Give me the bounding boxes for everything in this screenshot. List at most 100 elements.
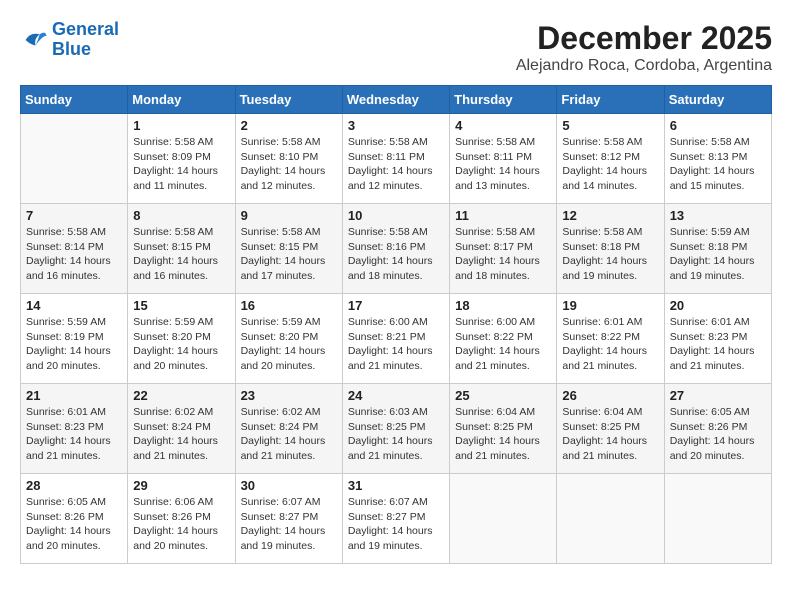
logo-bird-icon (20, 26, 48, 54)
day-number: 3 (348, 118, 444, 133)
day-info: Sunrise: 5:58 AM Sunset: 8:18 PM Dayligh… (562, 225, 658, 284)
week-row-1: 1Sunrise: 5:58 AM Sunset: 8:09 PM Daylig… (21, 114, 772, 204)
day-number: 24 (348, 388, 444, 403)
day-number: 2 (241, 118, 337, 133)
header-cell-monday: Monday (128, 86, 235, 114)
header-cell-wednesday: Wednesday (342, 86, 449, 114)
day-info: Sunrise: 5:58 AM Sunset: 8:10 PM Dayligh… (241, 135, 337, 194)
header-cell-thursday: Thursday (450, 86, 557, 114)
day-number: 25 (455, 388, 551, 403)
day-cell: 9 Sunrise: 5:58 AM Sunset: 8:15 PM Daylig… (235, 204, 342, 294)
day-info: Sunrise: 6:02 AM Sunset: 8:24 PM Dayligh… (133, 405, 229, 464)
day-cell: 20 Sunrise: 6:01 AM Sunset: 8:23 PM Dayli… (664, 294, 771, 384)
day-cell: 22Sunrise: 6:02 AM Sunset: 8:24 PM Dayli… (128, 384, 235, 474)
day-cell: 24 Sunrise: 6:03 AM Sunset: 8:25 PM Dayli… (342, 384, 449, 474)
title-block: December 2025 Alejandro Roca, Cordoba, A… (516, 20, 772, 75)
day-number: 17 (348, 298, 444, 313)
day-info: Sunrise: 5:58 AM Sunset: 8:11 PM Dayligh… (348, 135, 444, 194)
day-cell: 10 Sunrise: 5:58 AM Sunset: 8:16 PM Dayli… (342, 204, 449, 294)
day-cell: 26 Sunrise: 6:04 AM Sunset: 8:25 PM Dayli… (557, 384, 664, 474)
day-info: Sunrise: 5:58 AM Sunset: 8:16 PM Dayligh… (348, 225, 444, 284)
day-number: 12 (562, 208, 658, 223)
day-cell: 1Sunrise: 5:58 AM Sunset: 8:09 PM Daylig… (128, 114, 235, 204)
day-number: 20 (670, 298, 766, 313)
day-info: Sunrise: 5:58 AM Sunset: 8:15 PM Dayligh… (241, 225, 337, 284)
day-number: 19 (562, 298, 658, 313)
day-info: Sunrise: 6:04 AM Sunset: 8:25 PM Dayligh… (562, 405, 658, 464)
day-cell: 21 Sunrise: 6:01 AM Sunset: 8:23 PM Dayli… (21, 384, 128, 474)
day-cell: 11 Sunrise: 5:58 AM Sunset: 8:17 PM Dayli… (450, 204, 557, 294)
day-number: 26 (562, 388, 658, 403)
day-info: Sunrise: 6:07 AM Sunset: 8:27 PM Dayligh… (241, 495, 337, 554)
day-info: Sunrise: 6:06 AM Sunset: 8:26 PM Dayligh… (133, 495, 229, 554)
day-info: Sunrise: 6:01 AM Sunset: 8:23 PM Dayligh… (26, 405, 122, 464)
day-cell (450, 474, 557, 564)
header-cell-sunday: Sunday (21, 86, 128, 114)
day-number: 28 (26, 478, 122, 493)
day-number: 5 (562, 118, 658, 133)
day-info: Sunrise: 6:00 AM Sunset: 8:22 PM Dayligh… (455, 315, 551, 374)
day-number: 29 (133, 478, 229, 493)
day-cell: 13 Sunrise: 5:59 AM Sunset: 8:18 PM Dayli… (664, 204, 771, 294)
day-cell: 25 Sunrise: 6:04 AM Sunset: 8:25 PM Dayli… (450, 384, 557, 474)
day-info: Sunrise: 5:58 AM Sunset: 8:11 PM Dayligh… (455, 135, 551, 194)
day-info: Sunrise: 6:02 AM Sunset: 8:24 PM Dayligh… (241, 405, 337, 464)
logo-text: General Blue (52, 20, 119, 60)
day-cell: 7 Sunrise: 5:58 AM Sunset: 8:14 PM Daylig… (21, 204, 128, 294)
header-cell-tuesday: Tuesday (235, 86, 342, 114)
day-cell: 2 Sunrise: 5:58 AM Sunset: 8:10 PM Daylig… (235, 114, 342, 204)
day-cell (557, 474, 664, 564)
day-cell: 18 Sunrise: 6:00 AM Sunset: 8:22 PM Dayli… (450, 294, 557, 384)
day-cell: 8Sunrise: 5:58 AM Sunset: 8:15 PM Daylig… (128, 204, 235, 294)
day-info: Sunrise: 5:58 AM Sunset: 8:13 PM Dayligh… (670, 135, 766, 194)
day-cell: 29 Sunrise: 6:06 AM Sunset: 8:26 PM Dayli… (128, 474, 235, 564)
day-cell: 23Sunrise: 6:02 AM Sunset: 8:24 PM Dayli… (235, 384, 342, 474)
page-title: December 2025 (516, 20, 772, 57)
header-cell-friday: Friday (557, 86, 664, 114)
header-row: SundayMondayTuesdayWednesdayThursdayFrid… (21, 86, 772, 114)
day-number: 15 (133, 298, 229, 313)
day-number: 30 (241, 478, 337, 493)
page-header: General Blue December 2025 Alejandro Roc… (20, 20, 772, 75)
day-number: 1 (133, 118, 229, 133)
day-number: 7 (26, 208, 122, 223)
day-info: Sunrise: 6:05 AM Sunset: 8:26 PM Dayligh… (670, 405, 766, 464)
day-info: Sunrise: 5:58 AM Sunset: 8:14 PM Dayligh… (26, 225, 122, 284)
day-number: 18 (455, 298, 551, 313)
calendar-table: SundayMondayTuesdayWednesdayThursdayFrid… (20, 85, 772, 564)
day-number: 8 (133, 208, 229, 223)
day-cell: 6Sunrise: 5:58 AM Sunset: 8:13 PM Daylig… (664, 114, 771, 204)
day-number: 21 (26, 388, 122, 403)
day-info: Sunrise: 6:07 AM Sunset: 8:27 PM Dayligh… (348, 495, 444, 554)
day-number: 11 (455, 208, 551, 223)
day-info: Sunrise: 5:58 AM Sunset: 8:12 PM Dayligh… (562, 135, 658, 194)
day-number: 27 (670, 388, 766, 403)
week-row-5: 28Sunrise: 6:05 AM Sunset: 8:26 PM Dayli… (21, 474, 772, 564)
day-info: Sunrise: 5:59 AM Sunset: 8:20 PM Dayligh… (241, 315, 337, 374)
day-number: 4 (455, 118, 551, 133)
day-info: Sunrise: 5:59 AM Sunset: 8:18 PM Dayligh… (670, 225, 766, 284)
day-number: 9 (241, 208, 337, 223)
day-info: Sunrise: 6:04 AM Sunset: 8:25 PM Dayligh… (455, 405, 551, 464)
page-subtitle: Alejandro Roca, Cordoba, Argentina (516, 57, 772, 75)
week-row-4: 21 Sunrise: 6:01 AM Sunset: 8:23 PM Dayli… (21, 384, 772, 474)
day-cell: 17Sunrise: 6:00 AM Sunset: 8:21 PM Dayli… (342, 294, 449, 384)
day-cell: 15Sunrise: 5:59 AM Sunset: 8:20 PM Dayli… (128, 294, 235, 384)
day-number: 31 (348, 478, 444, 493)
day-cell: 27 Sunrise: 6:05 AM Sunset: 8:26 PM Dayli… (664, 384, 771, 474)
day-cell (21, 114, 128, 204)
day-info: Sunrise: 5:59 AM Sunset: 8:19 PM Dayligh… (26, 315, 122, 374)
day-cell: 30 Sunrise: 6:07 AM Sunset: 8:27 PM Dayli… (235, 474, 342, 564)
day-cell: 19 Sunrise: 6:01 AM Sunset: 8:22 PM Dayli… (557, 294, 664, 384)
day-info: Sunrise: 6:03 AM Sunset: 8:25 PM Dayligh… (348, 405, 444, 464)
day-number: 13 (670, 208, 766, 223)
header-cell-saturday: Saturday (664, 86, 771, 114)
day-info: Sunrise: 6:01 AM Sunset: 8:23 PM Dayligh… (670, 315, 766, 374)
day-info: Sunrise: 6:01 AM Sunset: 8:22 PM Dayligh… (562, 315, 658, 374)
day-info: Sunrise: 5:58 AM Sunset: 8:17 PM Dayligh… (455, 225, 551, 284)
day-cell: 3 Sunrise: 5:58 AM Sunset: 8:11 PM Daylig… (342, 114, 449, 204)
day-cell: 4 Sunrise: 5:58 AM Sunset: 8:11 PM Daylig… (450, 114, 557, 204)
day-number: 10 (348, 208, 444, 223)
day-cell: 12 Sunrise: 5:58 AM Sunset: 8:18 PM Dayli… (557, 204, 664, 294)
week-row-2: 7 Sunrise: 5:58 AM Sunset: 8:14 PM Daylig… (21, 204, 772, 294)
